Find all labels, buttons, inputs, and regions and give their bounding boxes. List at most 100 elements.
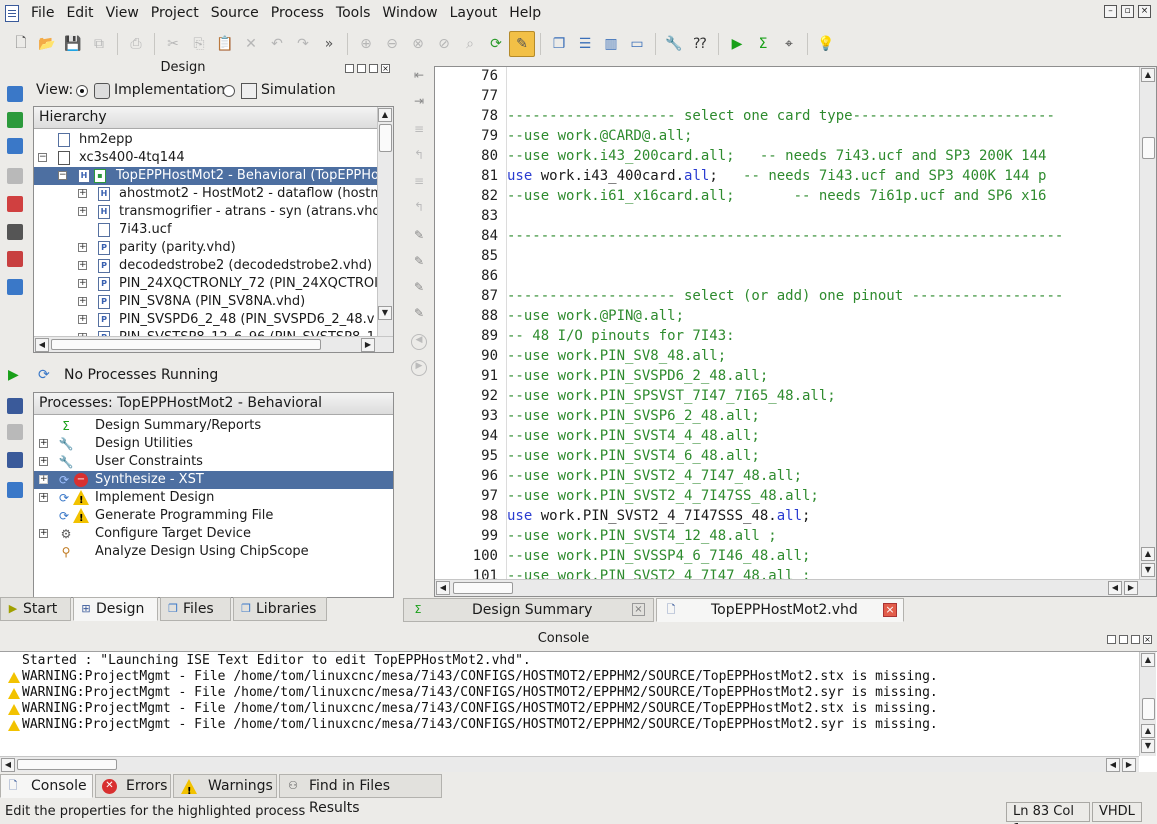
tab-console[interactable]: 🗋 Console (0, 774, 93, 798)
code-area[interactable]: -------------------- select one card typ… (507, 67, 1139, 579)
tree-item-top-module[interactable]: − H ▪ TopEPPHostMot2 - Behavioral (TopEP… (34, 167, 379, 185)
code-line[interactable]: --use work.PIN_SVSPD6_2_48.all; (507, 368, 768, 384)
tab-errors[interactable]: ✕ Errors (95, 774, 171, 798)
paste-icon[interactable]: 📋 (212, 31, 238, 57)
expand-icon[interactable]: + (78, 279, 87, 288)
redo-icon[interactable]: ↷ (290, 31, 316, 57)
expand-icon[interactable]: + (78, 315, 87, 324)
menu-window[interactable]: Window (376, 0, 443, 27)
expand-icon[interactable]: + (78, 261, 87, 270)
menu-process[interactable]: Process (265, 0, 330, 27)
console-minimize-icon[interactable] (1119, 635, 1128, 644)
scroll-right-icon[interactable]: ▶ (361, 338, 375, 352)
code-line[interactable]: --use work.@PIN@.all; (507, 308, 684, 324)
sidebar-window-icon[interactable] (7, 279, 23, 295)
zoom-full-icon[interactable]: ⊗ (405, 31, 431, 57)
bookmark-next-icon[interactable]: ≡ (411, 174, 427, 190)
console-output[interactable]: Started : "Launching ISE Text Editor to … (0, 651, 1157, 772)
expand-icon[interactable]: + (78, 189, 87, 198)
tree-item-pin-sv8na[interactable]: + P PIN_SV8NA (PIN_SV8NA.vhd) (78, 293, 305, 311)
tab-close-icon[interactable]: × (632, 603, 645, 616)
cascade-icon[interactable]: ❐ (546, 31, 572, 57)
scroll-down-icon[interactable]: ▼ (378, 306, 392, 320)
console-float-icon[interactable] (1107, 635, 1116, 644)
tab-find-in-files[interactable]: ⚇ Find in Files Results (279, 774, 442, 816)
menu-project[interactable]: Project (145, 0, 205, 27)
console-maximize-icon[interactable] (1131, 635, 1140, 644)
panel-float-icon[interactable] (345, 64, 354, 73)
code-line[interactable]: --use work.PIN_SVST4_12_48.all ; (507, 528, 777, 544)
back-icon[interactable]: ◀ (411, 334, 427, 350)
code-line[interactable]: --use work.PIN_SVST4_6_48.all; (507, 448, 760, 464)
wand-icon[interactable]: ✎ (509, 30, 535, 57)
process-implement-design[interactable]: + ⟳ Implement Design (34, 489, 393, 510)
collapse-icon[interactable]: − (58, 171, 67, 180)
code-line[interactable]: -------------------- select (or add) one… (507, 288, 1063, 304)
scroll-up-icon[interactable]: ▲ (378, 108, 392, 122)
code-line[interactable]: --use work.PIN_SVST2_4_7I47_48.all ; (507, 568, 810, 579)
scroll-up-icon[interactable]: ▲ (1141, 68, 1155, 82)
scroll-thumb[interactable] (1142, 137, 1155, 159)
edit-template-icon[interactable]: ✎ (411, 306, 427, 322)
tab-topepphostmot2-vhd[interactable]: 🗋 TopEPPHostMot2.vhd × (656, 598, 904, 622)
delete-icon[interactable]: ✕ (238, 31, 264, 57)
run-icon[interactable]: ▶ (724, 31, 750, 57)
code-line[interactable]: --use work.PIN_SVST4_4_48.all; (507, 428, 760, 444)
tab-libraries[interactable]: ❐ Libraries (233, 597, 327, 621)
indent-left-icon[interactable]: ⇤ (411, 68, 427, 84)
restore-icon[interactable]: ▫ (1121, 5, 1134, 18)
menu-file[interactable]: File (25, 0, 60, 27)
code-line[interactable]: ----------------------------------------… (507, 228, 1063, 244)
scroll-right-icon[interactable]: ▶ (1122, 758, 1136, 772)
sidebar-window2-icon[interactable] (7, 482, 23, 498)
save-icon[interactable]: 💾 (60, 31, 86, 57)
more-icon[interactable]: » (316, 31, 342, 57)
menu-edit[interactable]: Edit (60, 0, 99, 27)
refresh-icon[interactable]: ⟳ (483, 31, 509, 57)
code-line[interactable]: use work.PIN_SVST2_4_7I47SSS_48.all; (507, 508, 810, 524)
code-editor[interactable]: 76 77 78 79 80 81 82 83 84 85 86 87 88 89 90 91 92 93 94 95… (434, 66, 1157, 597)
expand-icon[interactable]: + (39, 529, 48, 538)
scroll-left-icon[interactable]: ◀ (35, 338, 49, 352)
hierarchy-hscrollbar[interactable]: ◀ ▶ (34, 336, 393, 352)
scroll-left-icon[interactable]: ◀ (1, 758, 15, 772)
tree-item-project[interactable]: hm2epp (58, 131, 133, 149)
code-line[interactable]: --use work.@CARD@.all; (507, 128, 692, 144)
code-line[interactable]: --use work.PIN_SPSVST_7I47_7I65_48.all; (507, 388, 836, 404)
zoom-in-icon[interactable]: ⊕ (353, 31, 379, 57)
process-design-utilities[interactable]: + 🔧 Design Utilities (34, 435, 393, 453)
code-line[interactable]: -------------------- select one card typ… (507, 108, 1055, 124)
code-line[interactable]: --use work.i61_x16card.all; -- needs 7i6… (507, 188, 1046, 204)
panel-minimize-icon[interactable] (357, 64, 366, 73)
lightbulb-icon[interactable]: 💡 (813, 31, 839, 57)
console-close-icon[interactable]: × (1143, 635, 1152, 644)
scroll-thumb[interactable] (1142, 698, 1155, 720)
expand-icon[interactable]: + (39, 475, 48, 484)
tab-warnings[interactable]: Warnings (173, 774, 277, 803)
tab-close-icon[interactable]: × (883, 603, 897, 617)
menu-tools[interactable]: Tools (330, 0, 377, 27)
tree-item-pin-24xqctronly[interactable]: + P PIN_24XQCTRONLY_72 (PIN_24XQCTROI (78, 275, 378, 293)
uncomment-icon[interactable]: ✎ (411, 254, 427, 270)
tree-item-device[interactable]: − xc3s400-4tq144 (38, 149, 185, 167)
save-all-icon[interactable]: ⧉ (86, 31, 112, 57)
scroll-page-down-icon[interactable]: ▲ (1141, 547, 1155, 561)
close-icon[interactable]: × (1138, 5, 1151, 18)
sidebar-rerun-all-icon[interactable] (7, 452, 23, 468)
scroll-left-icon[interactable]: ◀ (1108, 581, 1122, 595)
telescope-icon[interactable]: ⌖ (776, 31, 802, 57)
zoom-out-icon[interactable]: ⊖ (379, 31, 405, 57)
hierarchy-vscrollbar[interactable]: ▲ ▼ (377, 107, 393, 336)
scroll-up-icon[interactable]: ▲ (1141, 653, 1155, 667)
process-synthesize[interactable]: + ⟳ − Synthesize - XST (34, 471, 393, 489)
code-line[interactable]: --use work.PIN_SV8_48.all; (507, 348, 726, 364)
scroll-right-icon[interactable]: ▶ (1124, 581, 1138, 595)
copy-icon[interactable]: ⎘ (186, 31, 212, 57)
zoom-select-icon[interactable]: ⌕ (457, 31, 483, 57)
panel-maximize-icon[interactable] (369, 64, 378, 73)
scroll-thumb[interactable] (51, 339, 321, 350)
code-line[interactable]: use work.i43_400card.all; -- needs 7i43.… (507, 168, 1046, 184)
code-line[interactable]: --use work.PIN_SVST2_4_7I47SS_48.all; (507, 488, 819, 504)
tree-item-decodedstrobe2[interactable]: + P decodedstrobe2 (decodedstrobe2.vhd) (78, 257, 372, 275)
tools-icon[interactable]: 🔧 (661, 31, 687, 57)
